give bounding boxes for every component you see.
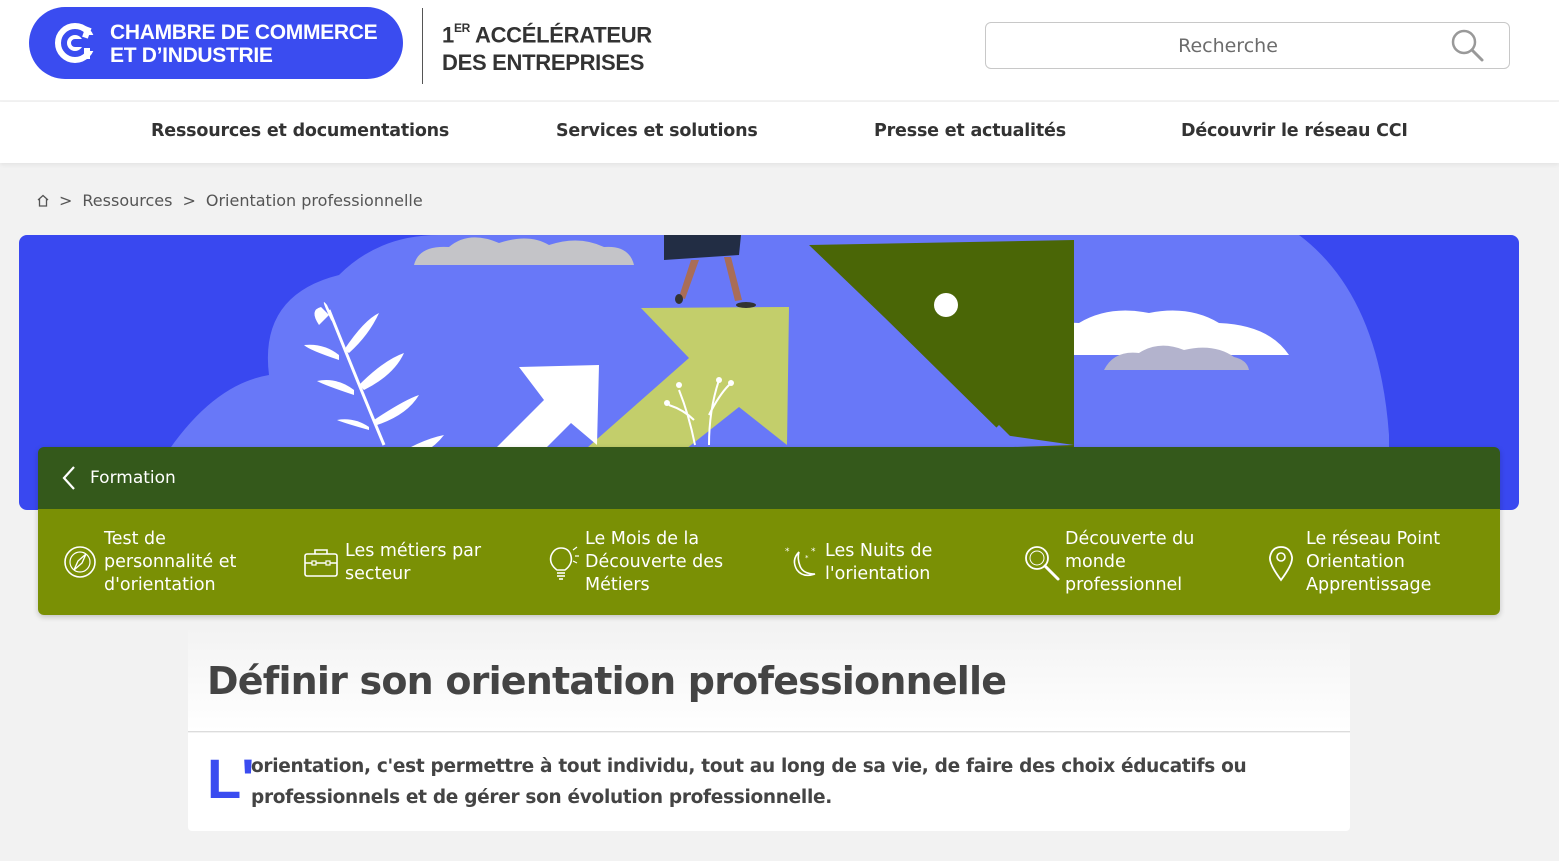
subnav-header[interactable]: Formation [38,447,1500,509]
svg-text:*: * [805,554,809,562]
nav-item-services[interactable]: Services et solutions [556,121,758,141]
cci-logo-icon [55,23,99,63]
subnav-item-label: Les métiers par secteur [345,541,482,584]
subnav-title: Formation [90,468,176,488]
nav-item-presse[interactable]: Presse et actualités [874,121,1066,141]
compass-icon [64,546,96,578]
search-icon[interactable] [1450,28,1486,64]
subnav-item-monde-professionnel[interactable]: Découverte du monde professionnel [1023,526,1223,598]
logo-divider [422,8,423,84]
intro-section: L' orientation, c'est permettre à tout i… [188,733,1350,831]
search-input[interactable] [988,25,1438,66]
search-box [985,22,1510,69]
main-navigation: Ressources et documentations Services et… [0,102,1559,163]
svg-text:*: * [811,547,816,557]
subnav-item-mois-decouverte[interactable]: Le Mois de la Découverte des Métiers [543,526,743,598]
breadcrumb: > Ressources > Orientation professionnel… [37,191,423,210]
svg-text:*: * [785,547,790,557]
cci-logo[interactable]: CHAMBRE DE COMMERCE ET D’INDUSTRIE [29,7,403,79]
breadcrumb-item-current: Orientation professionnelle [205,191,423,210]
location-pin-icon [1269,546,1293,582]
breadcrumb-item-ressources[interactable]: Ressources [82,191,172,210]
nav-item-ressources[interactable]: Ressources et documentations [151,121,449,141]
formation-subnav: Formation Test de personnalité et d'orie… [38,447,1500,615]
subnav-item-label: Le Mois de la Découverte des Métiers [585,529,724,595]
subnav-item-label: Test de personnalité et d'orientation [104,529,237,595]
subnav-item-nuits-orientation[interactable]: * * * Les Nuits de l'orientation [783,526,983,598]
breadcrumb-separator: > [182,191,196,210]
nav-item-reseau[interactable]: Découvrir le réseau CCI [1181,121,1408,141]
subnav-item-label: Découverte du monde professionnel [1065,529,1195,595]
page-title-section: Définir son orientation professionnelle [188,630,1350,732]
moon-stars-icon: * * * [785,547,816,577]
briefcase-icon [304,549,338,577]
home-icon[interactable] [37,194,49,207]
lightbulb-icon [549,546,579,580]
tagline: 1ER ACCÉLÉRATEUR DES ENTREPRISES [442,21,652,76]
subnav-item-test-personnalite[interactable]: Test de personnalité et d'orientation [62,526,262,598]
dropcap: L' [207,747,255,810]
page-title: Définir son orientation professionnelle [207,659,1007,703]
subnav-item-point-orientation[interactable]: Le réseau Point Orientation Apprentissag… [1264,526,1474,598]
magnifier-icon [1025,546,1060,581]
logo-text: CHAMBRE DE COMMERCE ET D’INDUSTRIE [110,21,378,67]
chevron-left-icon[interactable] [58,463,80,493]
breadcrumb-separator: > [59,191,73,210]
subnav-item-label: Les Nuits de l'orientation [825,541,933,584]
site-header: CHAMBRE DE COMMERCE ET D’INDUSTRIE 1ER A… [0,0,1559,100]
subnav-item-label: Le réseau Point Orientation Apprentissag… [1306,529,1441,595]
subnav-items: Test de personnalité et d'orientation Le… [38,509,1500,615]
intro-text: orientation, c'est permettre à tout indi… [251,756,1247,808]
subnav-item-metiers-secteur[interactable]: Les métiers par secteur [303,526,503,598]
